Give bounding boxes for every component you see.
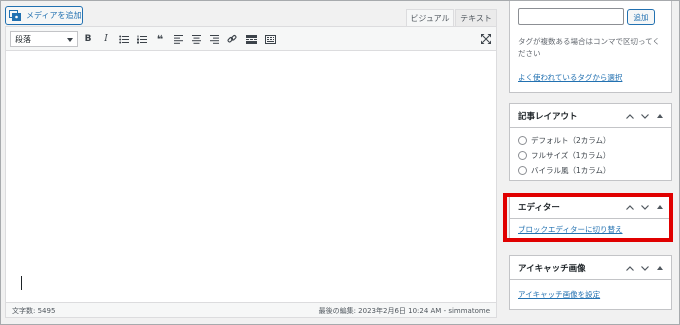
radio-button[interactable]	[518, 166, 527, 175]
editor-toolbar: 段落 B I ❝	[6, 27, 496, 51]
tag-input[interactable]	[518, 8, 624, 25]
align-right-icon	[209, 34, 219, 44]
bold-label: B	[84, 34, 92, 44]
chevron-up-icon	[626, 113, 634, 119]
italic-label: I	[104, 34, 108, 44]
align-left-icon	[173, 34, 183, 44]
layout-option-label: バイラル風（1カラム）	[531, 166, 611, 175]
layout-option[interactable]: デフォルト（2カラム）	[518, 133, 663, 148]
quote-icon: ❝	[156, 32, 164, 46]
numbered-list-icon	[137, 35, 147, 43]
chevron-down-icon	[641, 204, 649, 210]
move-up-button[interactable]	[624, 110, 636, 122]
tab-visual[interactable]: ビジュアル	[406, 9, 454, 26]
editor-switch-header: エディター	[510, 195, 671, 219]
set-featured-image-link[interactable]: アイキャッチ画像を設定	[518, 290, 600, 299]
align-right-button[interactable]	[206, 31, 222, 47]
bullet-list-button[interactable]	[116, 31, 132, 47]
read-more-button[interactable]	[243, 31, 259, 47]
editor-status-bar: 文字数: 5495 最後の編集: 2023年2月6日 10:24 AM - si…	[6, 302, 496, 317]
align-center-button[interactable]	[188, 31, 204, 47]
editor-content-area[interactable]	[6, 52, 496, 303]
frequent-tags-link[interactable]: よく使われているタグから選択	[518, 72, 622, 83]
tags-box: 追加 タグが複数ある場合はコンマで区切ってください よく使われているタグから選択	[509, 0, 672, 93]
switch-to-block-editor-link[interactable]: ブロックエディターに切り替え	[518, 225, 622, 234]
add-tag-button[interactable]: 追加	[627, 9, 655, 25]
link-icon	[227, 35, 237, 43]
align-center-icon	[191, 34, 201, 44]
featured-image-header: アイキャッチ画像	[510, 256, 671, 280]
layout-option-label: デフォルト（2カラム）	[531, 136, 611, 145]
chevron-up-icon	[626, 265, 634, 271]
move-down-button[interactable]	[639, 201, 651, 213]
fullscreen-icon	[481, 34, 491, 44]
layout-option-label: フルサイズ（1カラム）	[531, 151, 611, 160]
editor-switch-title: エディター	[518, 202, 560, 213]
kitchen-sink-icon	[264, 34, 276, 44]
collapse-button[interactable]	[654, 201, 666, 213]
collapse-button[interactable]	[654, 262, 666, 274]
fullscreen-button[interactable]	[478, 31, 494, 47]
classic-editor: 段落 B I ❝ 文字数: 5495 最後の編集: 2023年2月6日 10:2…	[5, 26, 497, 318]
format-select[interactable]: 段落	[10, 31, 78, 47]
layout-option[interactable]: バイラル風（1カラム）	[518, 163, 663, 178]
align-left-button[interactable]	[170, 31, 186, 47]
bullet-list-icon	[119, 35, 129, 43]
chevron-up-icon	[626, 204, 634, 210]
toolbar-toggle-button[interactable]	[262, 31, 278, 47]
last-edited: 最後の編集: 2023年2月6日 10:24 AM - simmatome	[318, 307, 490, 315]
layout-option[interactable]: フルサイズ（1カラム）	[518, 148, 663, 163]
chevron-down-icon	[641, 113, 649, 119]
featured-image-box: アイキャッチ画像 アイキャッチ画像を設定	[509, 255, 672, 310]
add-media-button[interactable]: メディアを追加	[5, 6, 83, 25]
media-icon	[9, 9, 22, 22]
move-up-button[interactable]	[624, 262, 636, 274]
post-layout-title: 記事レイアウト	[518, 111, 578, 122]
move-down-button[interactable]	[639, 110, 651, 122]
chevron-down-icon	[67, 38, 73, 42]
italic-button[interactable]: I	[98, 31, 114, 47]
insert-link-button[interactable]	[224, 31, 240, 47]
radio-button[interactable]	[518, 151, 527, 160]
read-more-icon	[245, 34, 257, 44]
blockquote-button[interactable]: ❝	[152, 31, 168, 47]
format-select-value: 段落	[15, 34, 31, 44]
text-cursor	[21, 276, 22, 290]
tab-text[interactable]: テキスト	[455, 9, 497, 26]
post-layout-box: 記事レイアウト デフォルト（2カラム） フルサイズ（1カラム） バイラル風（1カ…	[509, 103, 672, 181]
editor-switch-box: エディター ブロックエディターに切り替え	[509, 194, 672, 241]
bold-button[interactable]: B	[80, 31, 96, 47]
radio-button[interactable]	[518, 136, 527, 145]
move-down-button[interactable]	[639, 262, 651, 274]
add-media-label: メディアを追加	[26, 11, 82, 20]
word-count: 文字数: 5495	[12, 307, 56, 315]
move-up-button[interactable]	[624, 201, 636, 213]
caret-up-icon	[657, 205, 663, 209]
featured-image-title: アイキャッチ画像	[518, 263, 586, 274]
caret-up-icon	[657, 114, 663, 118]
post-layout-header: 記事レイアウト	[510, 104, 671, 128]
caret-up-icon	[657, 266, 663, 270]
numbered-list-button[interactable]	[134, 31, 150, 47]
collapse-button[interactable]	[654, 110, 666, 122]
chevron-down-icon	[641, 265, 649, 271]
tag-help-text: タグが複数ある場合はコンマで区切ってください	[518, 37, 660, 58]
